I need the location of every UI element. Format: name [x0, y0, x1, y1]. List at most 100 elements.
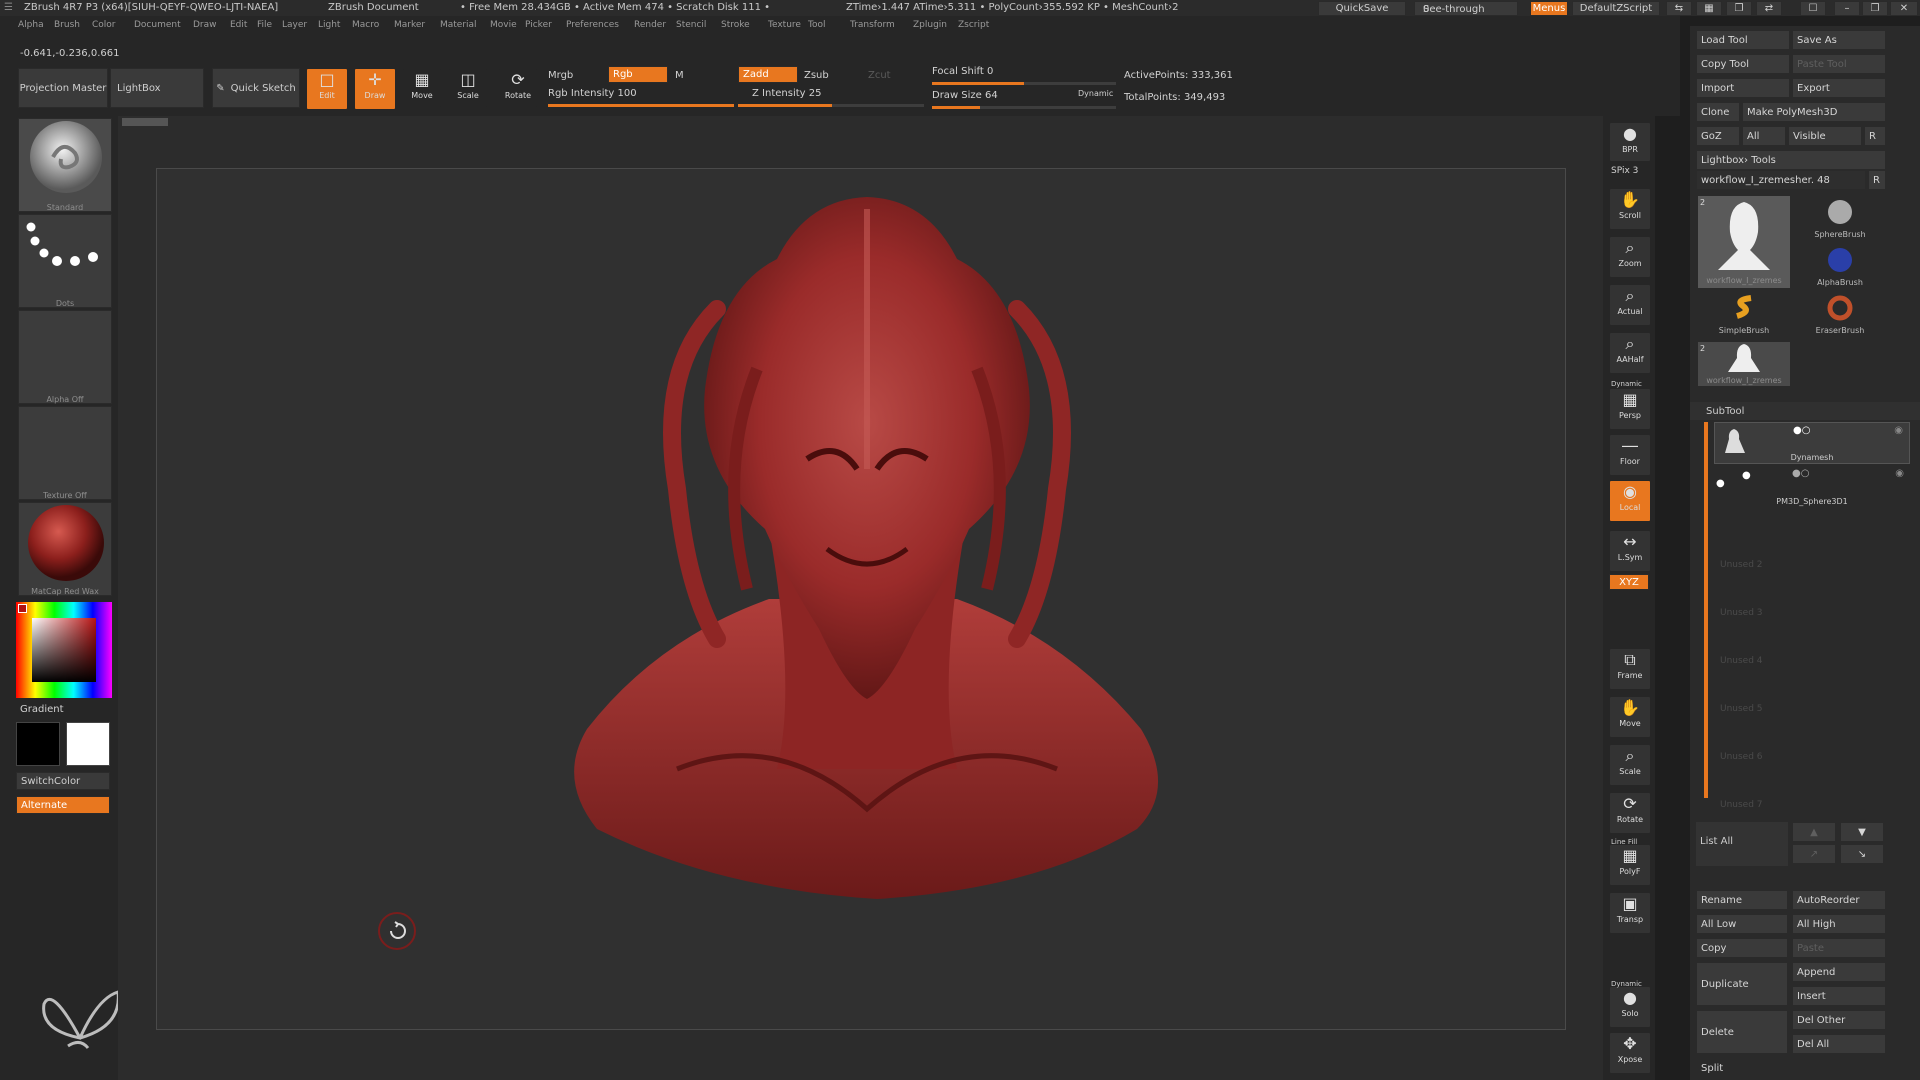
menu-zplugin[interactable]: Zplugin — [913, 20, 947, 30]
see-through-slider[interactable]: See-through 0 — [1414, 1, 1518, 16]
m-button[interactable]: M — [675, 70, 684, 81]
move-down-arrow-icon[interactable]: ▼ — [1840, 822, 1884, 842]
zadd-button[interactable]: Zadd — [738, 66, 798, 83]
export-button[interactable]: Export — [1792, 78, 1886, 98]
copy-tool-button[interactable]: Copy Tool — [1696, 54, 1790, 74]
tool-thumb-workflow-2[interactable]: workflow_I_zremes 2 — [1698, 342, 1790, 386]
tool-r-button[interactable]: R — [1868, 170, 1886, 190]
rgb-button[interactable]: Rgb — [608, 66, 668, 83]
floor-button[interactable]: ― Floor — [1609, 434, 1651, 476]
alpha-brush-tool[interactable]: AlphaBrush — [1794, 246, 1886, 290]
goz-all-button[interactable]: All — [1742, 126, 1786, 146]
lightbox-tools-button[interactable]: Lightbox› Tools — [1696, 150, 1886, 170]
autoreorder-button[interactable]: AutoReorder — [1792, 890, 1886, 910]
menu-document[interactable]: Document — [134, 20, 181, 30]
menu-marker[interactable]: Marker — [394, 20, 425, 30]
menu-stroke[interactable]: Stroke — [721, 20, 750, 30]
make-polymesh-button[interactable]: Make PolyMesh3D — [1742, 102, 1886, 122]
xyz-symmetry-button[interactable]: XYZ — [1609, 574, 1649, 590]
draw-button[interactable]: ✛ Draw — [354, 68, 396, 110]
paste-button[interactable]: Paste — [1792, 938, 1886, 958]
tool-thumb-workflow[interactable]: workflow_I_zremes 2 — [1698, 196, 1790, 288]
subtool-item-sphere[interactable]: ● ● ●○ ◉ PM3D_Sphere3D1 — [1714, 466, 1910, 508]
lock-icon[interactable]: ☐ — [1800, 1, 1826, 16]
lightbox-button[interactable]: LightBox — [110, 68, 204, 108]
subtool-header[interactable]: SubTool — [1690, 402, 1920, 420]
simple-brush-tool[interactable]: SimpleBrush — [1698, 294, 1790, 338]
del-all-button[interactable]: Del All — [1792, 1034, 1886, 1054]
spix-label[interactable]: SPix 3 — [1611, 166, 1638, 176]
solo-button[interactable]: ● Solo — [1609, 986, 1651, 1028]
close-icon[interactable]: ✕ — [1890, 1, 1918, 16]
sphere-brush-tool[interactable]: SphereBrush — [1794, 198, 1886, 242]
menu-zscript[interactable]: Zscript — [958, 20, 989, 30]
move-button[interactable]: ▦ Move — [402, 68, 442, 108]
bpr-button[interactable]: ● BPR — [1609, 122, 1651, 162]
subtool-2-eye-icon[interactable]: ◉ — [1895, 468, 1904, 479]
material-picker[interactable]: MatCap Red Wax — [18, 502, 112, 596]
dynamic-button[interactable]: Dynamic — [1078, 89, 1113, 98]
subtool-2-visibility-icon[interactable]: ●○ — [1792, 468, 1809, 479]
menu-picker[interactable]: Picker — [525, 20, 552, 30]
alpha-picker[interactable]: Alpha Off — [18, 310, 112, 404]
xpose-button[interactable]: ✥ Xpose — [1609, 1032, 1651, 1074]
mrgb-button[interactable]: Mrgb — [548, 70, 573, 81]
all-low-button[interactable]: All Low — [1696, 914, 1788, 934]
paste-tool-button[interactable]: Paste Tool — [1792, 54, 1886, 74]
goz-visible-button[interactable]: Visible — [1788, 126, 1862, 146]
quicksave-button[interactable]: QuickSave — [1318, 1, 1406, 16]
focal-shift-slider[interactable] — [932, 82, 1116, 85]
scroll-left-right-icon[interactable]: ⇆ — [1666, 1, 1692, 16]
menu-texture[interactable]: Texture — [768, 20, 801, 30]
lsym-button[interactable]: ↔ L.Sym — [1609, 530, 1651, 572]
minimize-icon[interactable]: – — [1834, 1, 1860, 16]
zsub-button[interactable]: Zsub — [804, 70, 829, 81]
menus-button[interactable]: Menus — [1530, 1, 1568, 16]
main-color-swatch[interactable] — [16, 722, 60, 766]
local-button[interactable]: ◉ Local — [1609, 480, 1651, 522]
clone-button[interactable]: Clone — [1696, 102, 1740, 122]
maximize-icon[interactable]: ❐ — [1862, 1, 1888, 16]
alternate-button[interactable]: Alternate — [16, 796, 110, 814]
document-canvas[interactable] — [156, 168, 1566, 1030]
menu-brush[interactable]: Brush — [54, 20, 80, 30]
menu-movie[interactable]: Movie — [490, 20, 517, 30]
subtool-eye-icon[interactable]: ◉ — [1894, 425, 1903, 436]
scroll-arrows-icon[interactable]: ⇄ — [1756, 1, 1782, 16]
color-saturation-square[interactable] — [32, 618, 96, 682]
edit-button[interactable]: □ Edit — [306, 68, 348, 110]
menu-macro[interactable]: Macro — [352, 20, 379, 30]
delete-button[interactable]: Delete — [1696, 1010, 1788, 1054]
rename-button[interactable]: Rename — [1696, 890, 1788, 910]
copy-button[interactable]: Copy — [1696, 938, 1788, 958]
subtool-scrollbar[interactable] — [1704, 422, 1708, 798]
menu-draw[interactable]: Draw — [193, 20, 217, 30]
list-all-button[interactable]: List All — [1696, 822, 1788, 866]
move-button[interactable]: ✋ Move — [1609, 696, 1651, 738]
layout-icon[interactable]: ▦ — [1696, 1, 1722, 16]
menu-alpha[interactable]: Alpha — [18, 20, 44, 30]
secondary-color-swatch[interactable] — [66, 722, 110, 766]
projection-master-button[interactable]: Projection Master — [18, 68, 108, 108]
stroke-picker[interactable]: Dots — [18, 214, 112, 308]
subtool-unused-slot[interactable]: Unused 6 — [1720, 752, 1763, 762]
canvas-scroll-handle[interactable] — [122, 118, 168, 126]
scroll-button[interactable]: ✋ Scroll — [1609, 188, 1651, 230]
subtool-item-dynamesh[interactable]: ●○ ◉ Dynamesh — [1714, 422, 1910, 464]
texture-picker[interactable]: Texture Off — [18, 406, 112, 500]
rotate-gizmo-icon[interactable] — [377, 911, 417, 951]
default-zscript-button[interactable]: DefaultZScript — [1572, 1, 1660, 16]
zcut-button[interactable]: Zcut — [868, 70, 891, 81]
move-top-arrow-icon[interactable]: ↗ — [1792, 844, 1836, 864]
menu-layer[interactable]: Layer — [282, 20, 307, 30]
subtool-unused-slot[interactable]: Unused 3 — [1720, 608, 1763, 618]
rotate-button[interactable]: ⟳ Rotate — [498, 68, 538, 108]
subtool-unused-slot[interactable]: Unused 4 — [1720, 656, 1763, 666]
menu-edit[interactable]: Edit — [230, 20, 247, 30]
quick-sketch-button[interactable]: ✎ Quick Sketch — [212, 68, 300, 108]
subtool-unused-slot[interactable]: Unused 5 — [1720, 704, 1763, 714]
subtool-visibility-icon[interactable]: ●○ — [1793, 425, 1810, 436]
draw-size-slider[interactable] — [932, 106, 1116, 109]
actual-button[interactable]: ⌕ Actual — [1609, 284, 1651, 326]
subtool-unused-slot[interactable]: Unused 7 — [1720, 800, 1763, 810]
